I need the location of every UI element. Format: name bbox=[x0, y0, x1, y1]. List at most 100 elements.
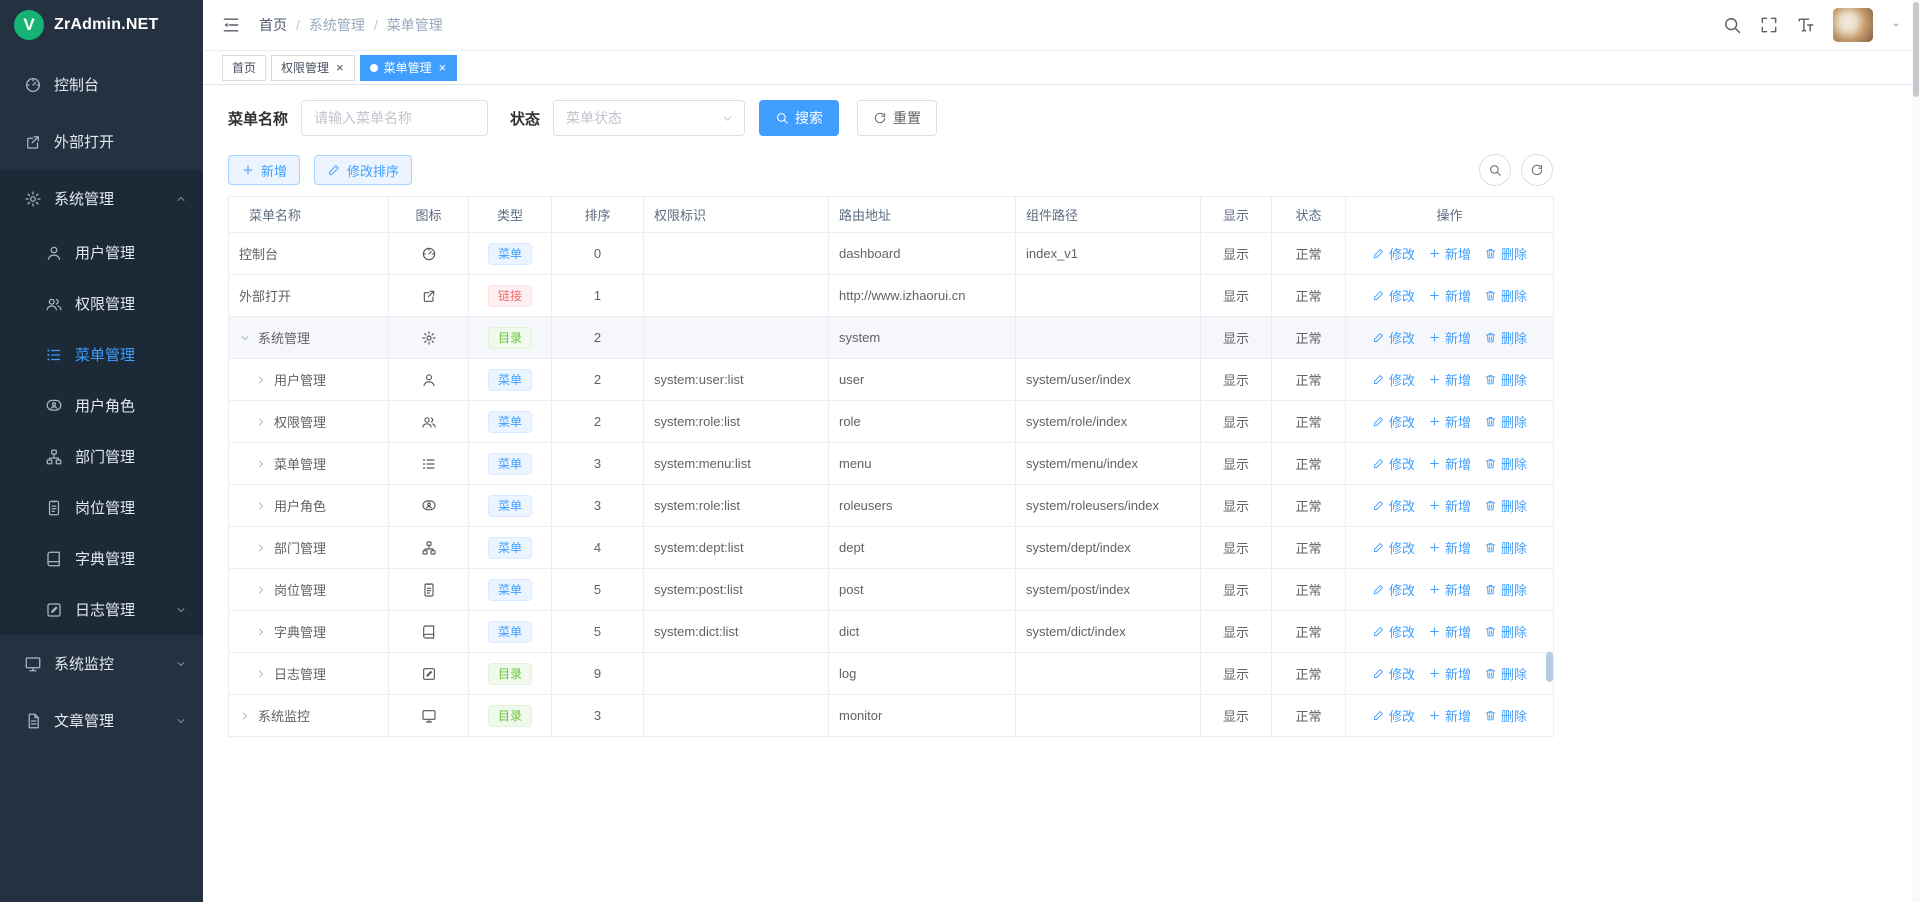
sidebar-item-roleusers[interactable]: 用户角色 bbox=[0, 380, 203, 431]
edit-action[interactable]: 修改 bbox=[1372, 328, 1415, 347]
expand-row-icon[interactable] bbox=[255, 626, 267, 638]
delete-action[interactable]: 删除 bbox=[1484, 538, 1527, 557]
edit-sort-button-label: 修改排序 bbox=[347, 161, 399, 180]
type-tag: 菜单 bbox=[488, 579, 532, 601]
expand-row-icon[interactable] bbox=[255, 584, 267, 596]
visible-value: 显示 bbox=[1223, 247, 1249, 262]
add-action[interactable]: 新增 bbox=[1428, 454, 1471, 473]
sidebar-toggle-icon[interactable] bbox=[221, 15, 241, 35]
breadcrumb-separator: / bbox=[296, 17, 300, 33]
menu-name: 外部打开 bbox=[239, 286, 291, 305]
delete-action[interactable]: 删除 bbox=[1484, 622, 1527, 641]
tab-home[interactable]: 首页 bbox=[222, 55, 266, 81]
delete-action[interactable]: 删除 bbox=[1484, 328, 1527, 347]
expand-row-icon[interactable] bbox=[255, 458, 267, 470]
table-scrollbar-thumb[interactable] bbox=[1546, 652, 1553, 682]
reset-button[interactable]: 重置 bbox=[857, 100, 937, 136]
breadcrumb-separator: / bbox=[374, 17, 378, 33]
edit-action[interactable]: 修改 bbox=[1372, 412, 1415, 431]
status-select[interactable]: 菜单状态 bbox=[553, 100, 745, 136]
add-action[interactable]: 新增 bbox=[1428, 580, 1471, 599]
edit-sort-button[interactable]: 修改排序 bbox=[314, 155, 412, 185]
user-avatar[interactable] bbox=[1833, 8, 1873, 42]
close-tab-icon[interactable]: × bbox=[335, 61, 345, 74]
expand-row-icon[interactable] bbox=[255, 500, 267, 512]
sidebar-item-post[interactable]: 岗位管理 bbox=[0, 482, 203, 533]
edit-action[interactable]: 修改 bbox=[1372, 286, 1415, 305]
sidebar-item-dept[interactable]: 部门管理 bbox=[0, 431, 203, 482]
add-action[interactable]: 新增 bbox=[1428, 496, 1471, 515]
edit-action[interactable]: 修改 bbox=[1372, 370, 1415, 389]
expand-row-icon[interactable] bbox=[239, 710, 251, 722]
add-action[interactable]: 新增 bbox=[1428, 328, 1471, 347]
sidebar-item-system[interactable]: 系统管理 bbox=[0, 170, 203, 227]
add-button[interactable]: 新增 bbox=[228, 155, 300, 185]
add-action[interactable]: 新增 bbox=[1428, 244, 1471, 263]
header-search-icon[interactable] bbox=[1722, 15, 1742, 35]
path-value: post bbox=[839, 582, 864, 597]
toggle-search-button[interactable] bbox=[1479, 154, 1511, 186]
page-scrollbar-thumb[interactable] bbox=[1913, 2, 1919, 97]
menu-list-icon bbox=[421, 456, 437, 472]
delete-action[interactable]: 删除 bbox=[1484, 370, 1527, 389]
expand-row-icon[interactable] bbox=[255, 416, 267, 428]
breadcrumb-item-1[interactable]: 系统管理 bbox=[309, 15, 365, 35]
edit-action[interactable]: 修改 bbox=[1372, 664, 1415, 683]
edit-action[interactable]: 修改 bbox=[1372, 580, 1415, 599]
menu-row-post: 岗位管理菜单5system:post:listpostsystem/post/i… bbox=[229, 569, 1554, 611]
delete-action[interactable]: 删除 bbox=[1484, 412, 1527, 431]
delete-action[interactable]: 删除 bbox=[1484, 454, 1527, 473]
tab-role[interactable]: 权限管理× bbox=[271, 55, 355, 81]
close-tab-icon[interactable]: × bbox=[438, 61, 448, 74]
sidebar-item-external[interactable]: 外部打开 bbox=[0, 113, 203, 170]
add-action[interactable]: 新增 bbox=[1428, 706, 1471, 725]
sidebar-item-monitor[interactable]: 系统监控 bbox=[0, 635, 203, 692]
breadcrumb-item-0[interactable]: 首页 bbox=[259, 15, 287, 35]
expand-row-icon[interactable] bbox=[255, 668, 267, 680]
component-value: system/dict/index bbox=[1026, 624, 1126, 639]
collapse-row-icon[interactable] bbox=[239, 332, 251, 344]
sidebar-item-log[interactable]: 日志管理 bbox=[0, 584, 203, 635]
sidebar-item-dict[interactable]: 字典管理 bbox=[0, 533, 203, 584]
delete-action[interactable]: 删除 bbox=[1484, 286, 1527, 305]
sidebar-item-menu[interactable]: 菜单管理 bbox=[0, 329, 203, 380]
tab-menu[interactable]: 菜单管理× bbox=[360, 55, 458, 81]
refresh-table-button[interactable] bbox=[1521, 154, 1553, 186]
delete-action[interactable]: 删除 bbox=[1484, 706, 1527, 725]
expand-row-icon[interactable] bbox=[255, 542, 267, 554]
delete-action[interactable]: 删除 bbox=[1484, 664, 1527, 683]
search-icon bbox=[775, 111, 789, 125]
add-action[interactable]: 新增 bbox=[1428, 286, 1471, 305]
user-menu-caret-icon[interactable] bbox=[1890, 19, 1902, 31]
edit-action[interactable]: 修改 bbox=[1372, 706, 1415, 725]
edit-action[interactable]: 修改 bbox=[1372, 622, 1415, 641]
edit-action[interactable]: 修改 bbox=[1372, 244, 1415, 263]
sidebar-item-role[interactable]: 权限管理 bbox=[0, 278, 203, 329]
edit-action[interactable]: 修改 bbox=[1372, 454, 1415, 473]
sort-value: 1 bbox=[594, 288, 601, 303]
page-scrollbar[interactable] bbox=[1912, 0, 1920, 902]
sidebar-item-user[interactable]: 用户管理 bbox=[0, 227, 203, 278]
edit-action[interactable]: 修改 bbox=[1372, 538, 1415, 557]
sort-value: 2 bbox=[594, 414, 601, 429]
menu-row-menu: 菜单管理菜单3system:menu:listmenusystem/menu/i… bbox=[229, 443, 1554, 485]
add-action[interactable]: 新增 bbox=[1428, 664, 1471, 683]
search-button[interactable]: 搜索 bbox=[759, 100, 839, 136]
delete-action[interactable]: 删除 bbox=[1484, 244, 1527, 263]
sidebar-item-article[interactable]: 文章管理 bbox=[0, 692, 203, 749]
add-action[interactable]: 新增 bbox=[1428, 538, 1471, 557]
edit-action[interactable]: 修改 bbox=[1372, 496, 1415, 515]
expand-row-icon[interactable] bbox=[255, 374, 267, 386]
component-value: system/menu/index bbox=[1026, 456, 1138, 471]
add-action[interactable]: 新增 bbox=[1428, 412, 1471, 431]
menu-name: 系统管理 bbox=[258, 328, 310, 347]
sidebar-item-dashboard[interactable]: 控制台 bbox=[0, 56, 203, 113]
menu-name-input[interactable] bbox=[301, 100, 488, 136]
fullscreen-icon[interactable] bbox=[1759, 15, 1779, 35]
add-action[interactable]: 新增 bbox=[1428, 622, 1471, 641]
delete-action[interactable]: 删除 bbox=[1484, 496, 1527, 515]
status-select-placeholder: 菜单状态 bbox=[566, 108, 622, 128]
add-action[interactable]: 新增 bbox=[1428, 370, 1471, 389]
delete-action[interactable]: 删除 bbox=[1484, 580, 1527, 599]
font-size-icon[interactable] bbox=[1796, 15, 1816, 35]
